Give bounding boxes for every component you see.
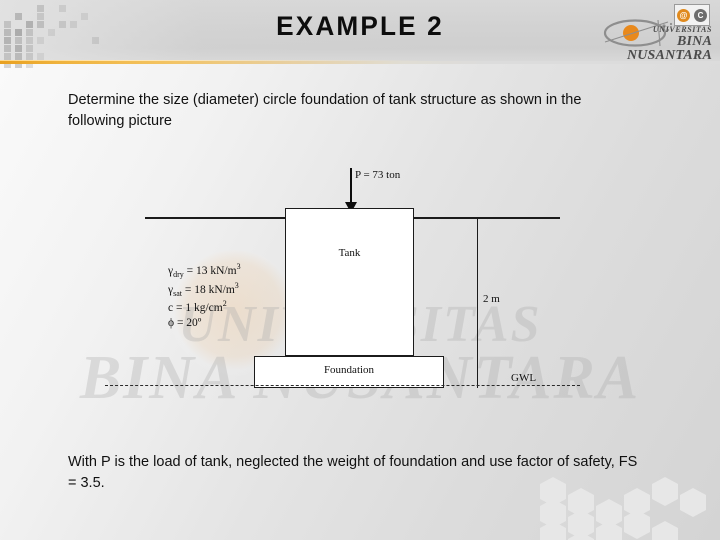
- decorative-hexagon: [652, 477, 678, 506]
- cohesion-value: c = 1 kg/cm: [168, 302, 223, 315]
- decorative-hexagon: [568, 488, 594, 517]
- accreditation-badge-icon: @ C: [674, 4, 710, 26]
- gamma-sat-exponent: 3: [234, 280, 239, 290]
- decorative-hexagon: [568, 510, 594, 539]
- gamma-sat-subscript: sat: [173, 288, 182, 298]
- decorative-hexagon: [540, 499, 566, 528]
- logo-line-2: BINA NUSANTARA: [626, 33, 712, 64]
- decorative-hexagon: [596, 521, 622, 540]
- decorative-hexagon: [540, 521, 566, 540]
- decorative-hexagon: [540, 477, 566, 506]
- ground-line-left: [145, 217, 285, 219]
- cohesion-line: c = 1 kg/cm2: [168, 299, 241, 316]
- soil-parameters: γdry = 13 kN/m3 γsat = 18 kN/m3 c = 1 kg…: [168, 262, 241, 332]
- badge-dot-right: C: [694, 8, 707, 22]
- tank-box: [285, 208, 414, 356]
- gamma-sat-value: = 18 kN/m: [181, 283, 235, 296]
- gamma-dry-value: = 13 kN/m: [183, 264, 237, 277]
- cohesion-exponent: 2: [222, 299, 227, 309]
- gamma-dry-subscript: dry: [173, 270, 184, 280]
- decorative-square: [37, 53, 44, 60]
- decorative-hexagon: [652, 521, 678, 540]
- slide: UNIVERSITAS BINA NUSANTARA EXAMPLE 2 @ C…: [0, 0, 720, 540]
- decorative-hexagon: [624, 488, 650, 517]
- gwl-line: [105, 385, 580, 386]
- decorative-hexagons: [530, 477, 720, 540]
- foundation-label: Foundation: [323, 364, 375, 376]
- decorative-square: [4, 45, 11, 52]
- logo: @ C UNIVERSITAS BINA NUSANTARA: [596, 4, 712, 66]
- decorative-hexagon: [680, 488, 706, 517]
- depth-dimension-line: [477, 217, 479, 388]
- decorative-square: [26, 45, 33, 52]
- prompt-text: Determine the size (diameter) circle fou…: [68, 92, 582, 130]
- decorative-square: [4, 53, 11, 60]
- decorative-hexagon: [596, 499, 622, 528]
- decorative-hexagon: [624, 510, 650, 539]
- diagram: P = 73 ton Tank Foundation 2 m GWL γdry …: [0, 150, 720, 410]
- phi-value: = 20º: [174, 317, 202, 330]
- decorative-square: [15, 45, 22, 52]
- gamma-dry-exponent: 3: [236, 262, 241, 271]
- logo-wordmark: UNIVERSITAS BINA NUSANTARA: [596, 25, 712, 64]
- ground-line-right: [414, 217, 560, 219]
- gamma-dry-line: γdry = 13 kN/m3: [168, 262, 241, 281]
- badge-dot-left: @: [677, 8, 690, 22]
- load-arrow-shaft: [350, 168, 352, 206]
- decorative-square: [26, 53, 33, 60]
- gamma-sat-line: γsat = 18 kN/m3: [168, 281, 241, 300]
- decorative-square: [15, 53, 22, 60]
- load-label: P = 73 ton: [355, 169, 401, 181]
- depth-label: 2 m: [483, 293, 500, 305]
- phi-line: ϕ = 20º: [168, 316, 241, 331]
- gwl-label: GWL: [511, 372, 537, 384]
- tank-label: Tank: [338, 247, 361, 259]
